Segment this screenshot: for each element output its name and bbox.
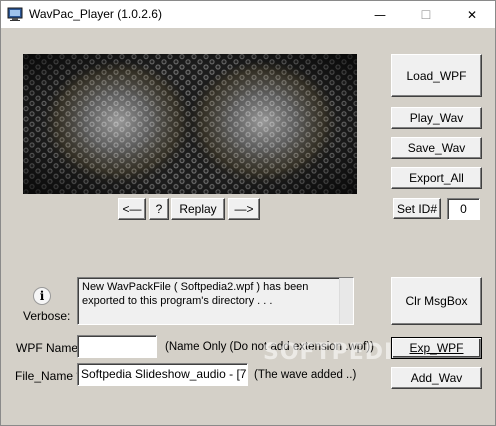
speaker-image [23, 54, 357, 194]
wpf-name-label: WPF Name: [16, 341, 82, 355]
speaker-grille-graphic [23, 54, 357, 194]
help-button[interactable]: ? [149, 198, 169, 220]
replay-button[interactable]: Replay [171, 198, 225, 220]
arrow-right-icon: —> [234, 202, 254, 216]
info-icon: i [33, 287, 51, 305]
close-icon: ✕ [466, 7, 478, 22]
file-name-hint: (The wave added ..) [254, 369, 357, 381]
help-label: ? [155, 202, 163, 216]
message-box[interactable]: New WavPackFile ( Softpedia2.wpf ) has b… [77, 277, 354, 325]
close-button[interactable]: ✕ [449, 1, 495, 28]
message-text: New WavPackFile ( Softpedia2.wpf ) has b… [82, 281, 309, 307]
window-title: WavPac_Player (1.0.2.6) [29, 7, 162, 21]
exp-wpf-label: Exp_WPF [409, 341, 464, 355]
app-window: WavPac_Player (1.0.2.6) — ☐ ✕ <— ? Repla… [0, 0, 496, 426]
exp-wpf-button[interactable]: Exp_WPF [391, 337, 482, 359]
add-wav-label: Add_Wav [410, 371, 463, 385]
wpf-name-input[interactable] [77, 335, 157, 358]
wpf-name-hint: (Name Only (Do not add extension .wpf)) [165, 341, 375, 353]
minimize-button[interactable]: — [357, 1, 403, 28]
set-id-label: Set ID# [396, 201, 438, 216]
play-wav-button[interactable]: Play_Wav [391, 107, 482, 129]
export-all-button[interactable]: Export_All [391, 167, 482, 189]
add-wav-button[interactable]: Add_Wav [391, 367, 482, 389]
export-all-label: Export_All [409, 171, 464, 185]
file-name-input[interactable]: Softpedia Slideshow_audio - [75% - [77, 363, 248, 386]
next-button[interactable]: —> [228, 198, 260, 220]
load-wpf-button[interactable]: Load_WPF [391, 54, 482, 97]
title-bar[interactable]: WavPac_Player (1.0.2.6) — ☐ ✕ [1, 1, 495, 28]
clr-msgbox-button[interactable]: Clr MsgBox [391, 277, 482, 325]
app-icon [7, 7, 23, 21]
file-name-value: Softpedia Slideshow_audio - [75% - [81, 367, 247, 381]
play-wav-label: Play_Wav [409, 111, 464, 125]
client-area: <— ? Replay —> Load_WPF Play_Wav Save_Wa… [1, 28, 495, 425]
clr-msgbox-label: Clr MsgBox [405, 294, 468, 308]
maximize-icon: ☐ [420, 7, 432, 22]
verbose-label: Verbose: [23, 309, 71, 323]
save-wav-button[interactable]: Save_Wav [391, 137, 482, 159]
arrow-left-icon: <— [122, 202, 142, 216]
id-number-value: 0 [460, 202, 467, 216]
file-name-label: File_Name * [15, 369, 82, 383]
replay-label: Replay [179, 202, 217, 216]
id-number-field[interactable]: 0 [447, 198, 480, 220]
minimize-icon: — [374, 7, 386, 22]
previous-button[interactable]: <— [118, 198, 146, 220]
message-scrollbar[interactable] [339, 278, 353, 324]
maximize-button[interactable]: ☐ [403, 1, 449, 28]
load-wpf-label: Load_WPF [406, 68, 467, 83]
set-id-button[interactable]: Set ID# [393, 198, 441, 219]
save-wav-label: Save_Wav [407, 141, 466, 155]
